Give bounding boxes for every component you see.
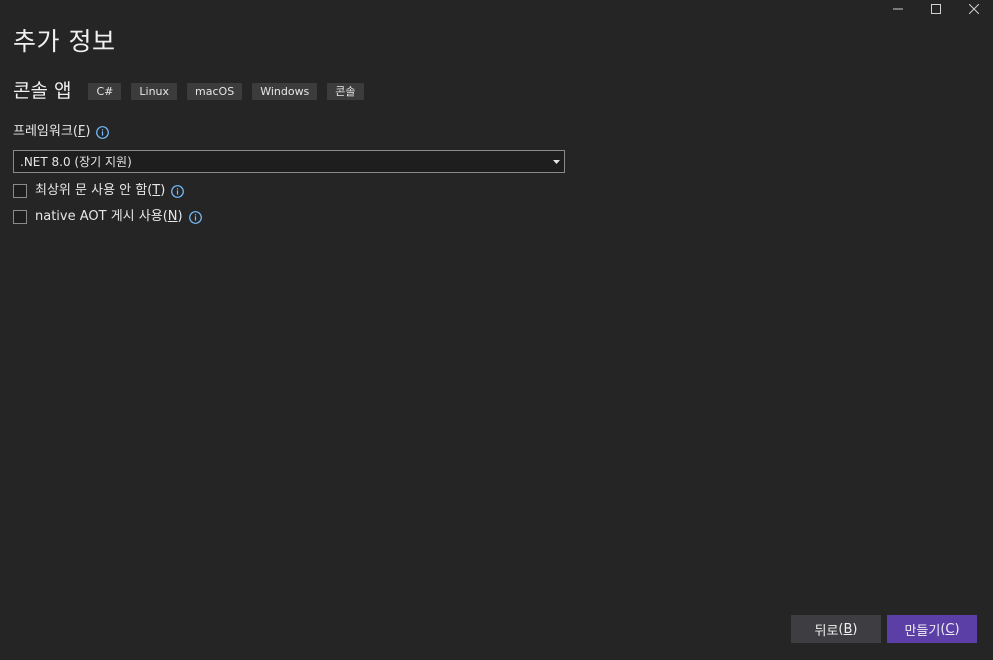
top-level-statements-mnemonic: T	[152, 183, 161, 198]
back-button-label: 뒤로	[814, 623, 839, 639]
tag-linux: Linux	[131, 82, 178, 100]
additional-info-window: 추가 정보 콘솔 앱 C# Linux macOS Windows 콘솔 프레임…	[0, 0, 993, 660]
back-button[interactable]: 뒤로(B)	[791, 615, 881, 643]
native-aot-checkbox[interactable]	[13, 210, 27, 224]
tag-console: 콘솔	[327, 82, 364, 100]
framework-mnemonic-close: )	[85, 124, 91, 139]
create-button-mnemonic: C	[945, 621, 955, 637]
framework-mnemonic: F	[77, 124, 86, 139]
tag-windows: Windows	[252, 82, 318, 100]
framework-selected-value: .NET 8.0 (장기 지원)	[20, 155, 132, 169]
create-mnemonic-close: )	[954, 621, 960, 637]
native-aot-mnemonic-close: )	[177, 209, 183, 224]
window-controls	[879, 0, 993, 18]
create-button-label: 만들기	[904, 623, 941, 639]
close-button[interactable]	[955, 0, 993, 18]
info-icon[interactable]	[171, 184, 185, 198]
native-aot-label: native AOT 게시 사용	[35, 209, 163, 224]
page-title: 추가 정보	[13, 27, 116, 56]
info-icon[interactable]	[96, 125, 110, 139]
tag-macos: macOS	[187, 82, 243, 100]
back-mnemonic-close: )	[852, 621, 858, 637]
minimize-icon	[893, 4, 903, 14]
template-header: 콘솔 앱 C# Linux macOS Windows 콘솔	[13, 78, 374, 104]
framework-select[interactable]: .NET 8.0 (장기 지원)	[13, 150, 565, 173]
framework-label-text: 프레임워크	[13, 124, 73, 139]
native-aot-mnemonic: N	[167, 209, 178, 224]
framework-label: 프레임워크(F)	[13, 123, 110, 141]
create-button[interactable]: 만들기(C)	[887, 615, 977, 643]
tag-csharp: C#	[88, 82, 122, 100]
chevron-down-icon	[548, 159, 564, 164]
close-icon	[969, 4, 979, 14]
top-level-statements-option[interactable]: 최상위 문 사용 안 함(T)	[13, 182, 185, 200]
template-name: 콘솔 앱	[13, 80, 72, 102]
back-button-mnemonic: B	[843, 621, 853, 637]
minimize-button[interactable]	[879, 0, 917, 18]
native-aot-option[interactable]: native AOT 게시 사용(N)	[13, 208, 202, 226]
top-level-mnemonic-close: )	[160, 183, 166, 198]
top-level-statements-label: 최상위 문 사용 안 함	[35, 183, 148, 198]
maximize-button[interactable]	[917, 0, 955, 18]
maximize-icon	[931, 4, 941, 14]
info-icon[interactable]	[188, 210, 202, 224]
top-level-statements-checkbox[interactable]	[13, 184, 27, 198]
